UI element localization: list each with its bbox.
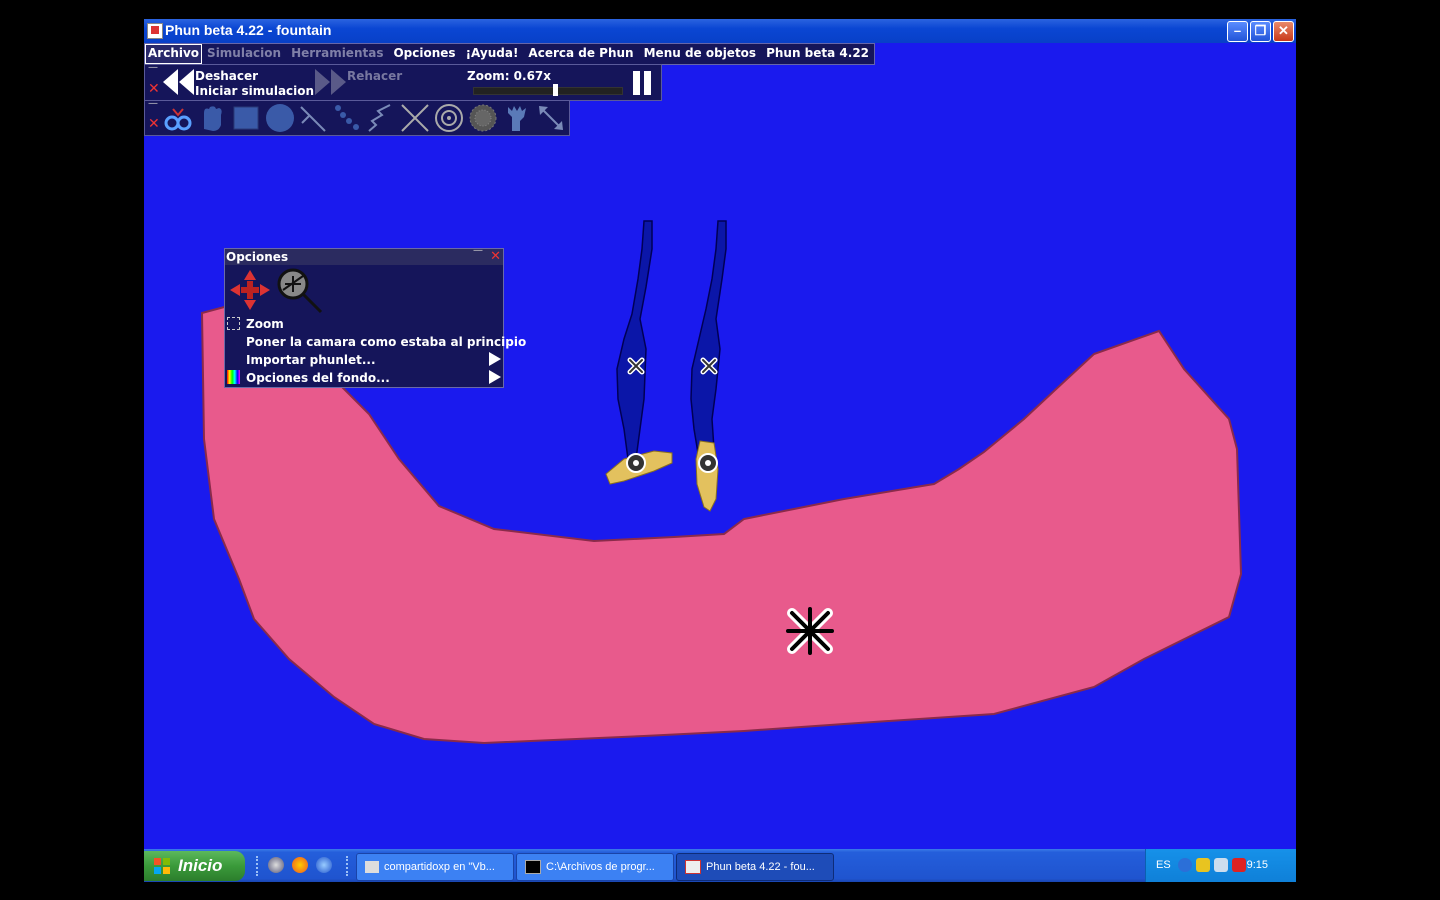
option-reset-camera[interactable]: Poner la camara como estaba al principio (246, 335, 526, 349)
task-cmd[interactable]: C:\Archivos de progr... (516, 853, 674, 881)
windows-flag-icon (154, 858, 170, 874)
undo-button[interactable]: Deshacer (195, 69, 258, 83)
options-panel-title: Opciones (226, 250, 289, 264)
brush-hand-icon[interactable] (502, 103, 532, 133)
internet-explorer-icon[interactable] (316, 857, 332, 873)
zoom-magnifier-icon[interactable] (275, 266, 325, 316)
menu-version[interactable]: Phun beta 4.22 (761, 44, 874, 64)
folder-task-icon (365, 861, 379, 874)
menu-objetos[interactable]: Menu de objetos (639, 44, 761, 64)
zoom-slider[interactable] (473, 84, 623, 96)
pause-icon[interactable] (633, 71, 655, 95)
circle-tool-icon[interactable] (264, 103, 294, 133)
phun-task-icon (685, 860, 701, 875)
spring-tool-icon[interactable] (366, 103, 396, 133)
left-hinge-icon[interactable] (626, 453, 646, 473)
chain-tool-icon[interactable] (163, 103, 193, 133)
firefox-icon[interactable] (292, 857, 308, 873)
hinge-tool-icon[interactable] (434, 103, 464, 133)
chain-links-icon[interactable] (332, 103, 362, 133)
simulation-canvas[interactable] (144, 19, 1296, 849)
menu-ayuda[interactable]: ¡Ayuda! (461, 44, 524, 64)
security-shield-icon[interactable] (1196, 858, 1210, 872)
option-import-phunlet[interactable]: Importar phunlet... (246, 353, 376, 367)
fixate-tool-icon[interactable] (400, 103, 430, 133)
task-compartidoxp-label: compartidoxp en "Vb... (384, 861, 495, 873)
drag-hand-icon[interactable] (197, 103, 227, 133)
option-background[interactable]: Opciones del fondo... (246, 371, 390, 385)
pan-move-icon[interactable] (228, 268, 272, 312)
zoom-slider-knob[interactable] (553, 84, 559, 96)
redo-button[interactable]: Rehacer (347, 69, 402, 83)
zoom-select-icon (227, 317, 240, 330)
phun-app-icon (147, 23, 163, 39)
tray-expand-icon[interactable] (1178, 858, 1192, 872)
task-compartidoxp[interactable]: compartidoxp en "Vb... (356, 853, 514, 881)
menu-opciones[interactable]: Opciones (388, 44, 460, 64)
tools-close-icon[interactable]: ✕ (148, 116, 160, 132)
options-panel: Opciones — ✕ Zoom Poner la camara como e… (224, 245, 526, 388)
center-of-mass-marker-icon[interactable] (786, 607, 834, 655)
start-simulation-button[interactable]: Iniciar simulacion (195, 84, 314, 98)
network-icon[interactable] (1214, 858, 1228, 872)
right-hinge-icon[interactable] (698, 453, 718, 473)
title-bar[interactable]: Phun beta 4.22 - fountain – ❐ ✕ (144, 19, 1296, 43)
close-button[interactable]: ✕ (1273, 21, 1294, 42)
start-label: Inicio (178, 856, 223, 875)
panel-minimize-icon[interactable]: — (473, 245, 483, 256)
quicklaunch-grip[interactable] (256, 856, 261, 876)
cmd-task-icon (525, 860, 541, 875)
clock[interactable]: 9:15 (1247, 859, 1268, 871)
options-panel-header[interactable]: Opciones — ✕ (225, 245, 503, 265)
line-tool-icon[interactable] (298, 103, 328, 133)
language-indicator[interactable]: ES (1156, 859, 1171, 871)
show-desktop-icon[interactable] (268, 857, 284, 873)
fast-forward-icon[interactable] (315, 69, 347, 95)
box-tool-icon[interactable] (231, 103, 261, 133)
panel-close-icon[interactable]: ✕ (490, 249, 501, 264)
system-tray: ES 9:15 (1145, 849, 1296, 882)
move-arrows-icon[interactable] (536, 103, 566, 133)
zoom-readout: Zoom: 0.67x (467, 69, 552, 83)
minimize-button[interactable]: – (1227, 21, 1248, 42)
tasks-grip[interactable] (346, 856, 351, 876)
task-cmd-label: C:\Archivos de progr... (546, 861, 655, 873)
window-title: Phun beta 4.22 - fountain (165, 22, 332, 38)
taskbar: Inicio compartidoxp en "Vb... C:\Archivo… (144, 849, 1296, 882)
left-leg[interactable] (616, 220, 653, 460)
tools-toolbar: — ✕ (144, 98, 570, 136)
toolbar-minimize-icon[interactable]: — (148, 62, 158, 73)
right-leg[interactable] (690, 220, 727, 460)
import-submenu-arrow-icon[interactable] (489, 352, 501, 366)
start-button[interactable]: Inicio (144, 851, 245, 881)
menu-bar: Archivo Simulacion Herramientas Opciones… (144, 43, 876, 65)
option-zoom[interactable]: Zoom (246, 317, 284, 331)
color-spectrum-icon (227, 370, 240, 384)
antivirus-icon[interactable] (1232, 858, 1246, 872)
tools-minimize-icon[interactable]: — (148, 98, 158, 109)
phun-window: Phun beta 4.22 - fountain – ❐ ✕ Archivo … (144, 19, 1296, 849)
restore-button[interactable]: ❐ (1250, 21, 1271, 42)
menu-simulacion[interactable]: Simulacion (202, 44, 286, 64)
rewind-icon[interactable] (163, 69, 195, 95)
task-phun-label: Phun beta 4.22 - fou... (706, 861, 815, 873)
menu-herramientas[interactable]: Herramientas (286, 44, 388, 64)
simulation-toolbar: — ✕ Deshacer Iniciar simulacion Rehacer … (144, 62, 662, 101)
right-foot[interactable] (695, 440, 719, 512)
menu-archivo[interactable]: Archivo (145, 44, 203, 64)
water-tool-icon[interactable] (468, 103, 498, 133)
menu-acerca-de[interactable]: Acerca de Phun (523, 44, 638, 64)
toolbar-close-icon[interactable]: ✕ (148, 81, 160, 97)
background-submenu-arrow-icon[interactable] (489, 370, 501, 384)
task-phun[interactable]: Phun beta 4.22 - fou... (676, 853, 834, 881)
